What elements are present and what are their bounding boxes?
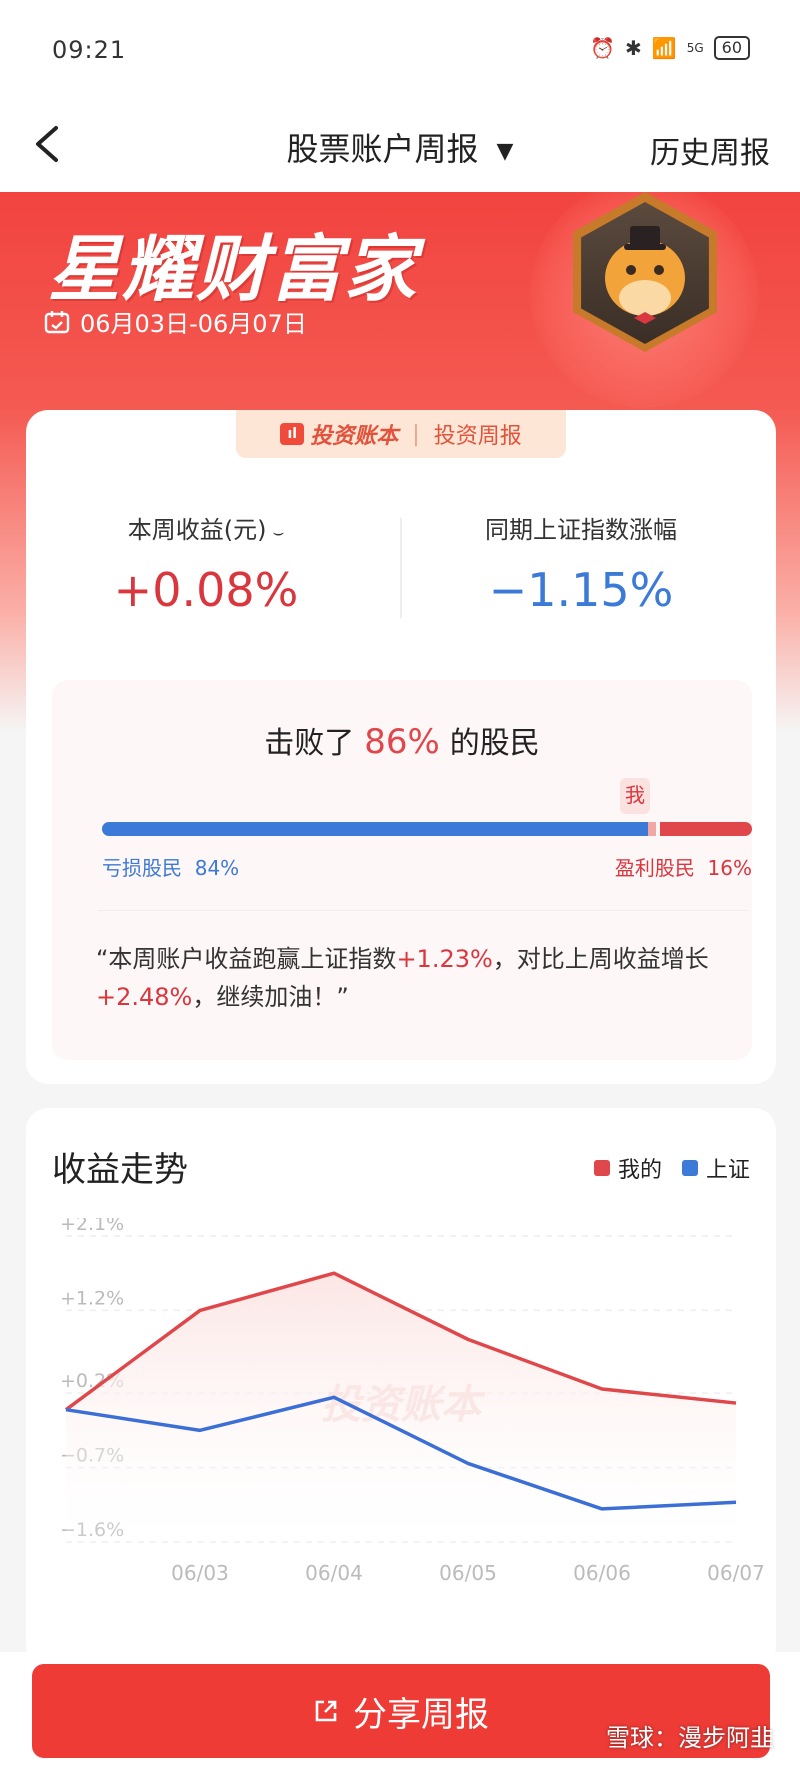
quote-part-3: ，继续加油！” [192, 983, 349, 1011]
report-tag: ıl 投资账本 | 投资周报 [236, 410, 566, 458]
gain-bar [660, 822, 752, 836]
my-return-label-row: 本周收益(元) ⌣ [26, 510, 386, 545]
hide-eye-icon[interactable]: ⌣ [272, 522, 284, 543]
y-tick-label: +2.1% [60, 1218, 124, 1235]
series-area-mine [66, 1273, 736, 1542]
x-tick-label: 06/07 [707, 1561, 765, 1585]
return-trend-chart: +2.1%+1.2%+0.2%−0.7%−1.6%投资账本06/0306/040… [60, 1218, 765, 1585]
share-label: 分享周报 [353, 1694, 489, 1735]
beat-prefix: 击败了 [264, 726, 355, 761]
share-bar: 分享周报 雪球：漫步阿韭 [0, 1652, 800, 1768]
loss-label-text: 亏损股民 [102, 856, 182, 880]
battery-icon: 60 [713, 36, 750, 60]
tag-separator: | [412, 421, 420, 447]
me-marker: 我 [620, 778, 650, 814]
quote-highlight-1: +1.23% [396, 945, 493, 973]
chart-title: 收益走势 [52, 1150, 188, 1190]
ranking-panel: 击败了 86% 的股民 我 亏损股民 84% 盈利股民 16% “本周账户收益跑赢上… [52, 680, 752, 1060]
date-range: 06月03日-06月07日 [44, 304, 307, 339]
legend-label-index: 上证 [705, 1158, 750, 1183]
date-range-text: 06月03日-06月07日 [80, 310, 307, 338]
x-tick-label: 06/05 [439, 1561, 497, 1585]
status-bar: 09:21 ⏰ ✱ 📶 5G 60 [0, 0, 800, 100]
calendar-icon [44, 310, 70, 333]
index-return-label: 同期上证指数涨幅 [485, 516, 677, 544]
loss-bar [102, 822, 648, 836]
wifi-icon: 📶 [651, 36, 677, 60]
my-position-mark [648, 822, 656, 836]
my-return-value: +0.08% [113, 563, 299, 617]
x-tick-label: 06/06 [573, 1561, 631, 1585]
y-tick-label: +1.2% [60, 1287, 124, 1309]
quote-part-1: “本周账户收益跑赢上证指数 [96, 945, 397, 973]
source-watermark: 雪球：漫步阿韭 [606, 1724, 774, 1752]
status-time: 09:21 [52, 36, 127, 64]
gain-percent: 16% [707, 856, 752, 880]
gain-investors-label: 盈利股民 16% [615, 852, 752, 881]
weekly-summary-card: ıl 投资账本 | 投资周报 本周收益(元) ⌣ +0.08% 同期上证指数涨幅 … [26, 410, 776, 1084]
share-icon [315, 1700, 337, 1722]
history-report-link[interactable]: 历史周报 [650, 128, 770, 172]
chart-legend: 我的 上证 [593, 1152, 750, 1184]
loss-investors-label: 亏损股民 84% [102, 852, 239, 881]
x-tick-label: 06/04 [305, 1561, 363, 1585]
legend-label-mine: 我的 [617, 1158, 662, 1183]
ledger-logo-icon: ıl [280, 423, 305, 445]
legend-item-index: 上证 [681, 1152, 750, 1184]
ranking-bar [102, 822, 752, 836]
bluetooth-icon: ✱ [625, 36, 642, 60]
nav-bar: 股票账户周报 ▼ 历史周报 [0, 100, 800, 192]
summary-quote: “本周账户收益跑赢上证指数+1.23%，对比上周收益增长 +2.48%，继续加油！… [96, 940, 746, 1016]
beat-suffix: 的股民 [449, 726, 540, 761]
legend-swatch-mine [593, 1160, 610, 1176]
beat-percent: 86% [364, 722, 440, 762]
legend-item-mine: 我的 [593, 1152, 662, 1184]
alarm-icon: ⏰ [590, 36, 616, 60]
loss-percent: 84% [194, 856, 240, 880]
brand-name: 投资账本 [310, 424, 399, 449]
quote-divider [98, 910, 748, 911]
caret-down-icon: ▼ [496, 138, 514, 164]
signal-label: 5G [686, 41, 704, 55]
index-return-value: −1.15% [488, 563, 674, 617]
index-return-stat: 同期上证指数涨幅 −1.15% [401, 510, 761, 617]
quote-highlight-2: +2.48% [96, 983, 193, 1011]
gain-label-text: 盈利股民 [614, 856, 695, 880]
legend-swatch-index [681, 1160, 698, 1176]
quote-part-2: ，对比上周收益增长 [492, 945, 709, 973]
my-return-stat: 本周收益(元) ⌣ +0.08% [26, 510, 386, 617]
page-title: 股票账户周报 [286, 130, 479, 168]
hero-title: 星耀财富家 [48, 227, 419, 311]
my-return-label: 本周收益(元) [127, 516, 267, 544]
brand-tag: ıl 投资账本 [280, 418, 398, 450]
tag-label: 投资周报 [433, 424, 522, 449]
beat-headline: 击败了 86% 的股民 [52, 718, 752, 762]
status-icons: ⏰ ✱ 📶 5G 60 [590, 36, 750, 60]
return-trend-card: 收益走势 我的 上证 +2.1%+1.2%+0.2%−0.7%−1.6%投资账本… [26, 1108, 776, 1668]
x-tick-label: 06/03 [171, 1561, 229, 1585]
